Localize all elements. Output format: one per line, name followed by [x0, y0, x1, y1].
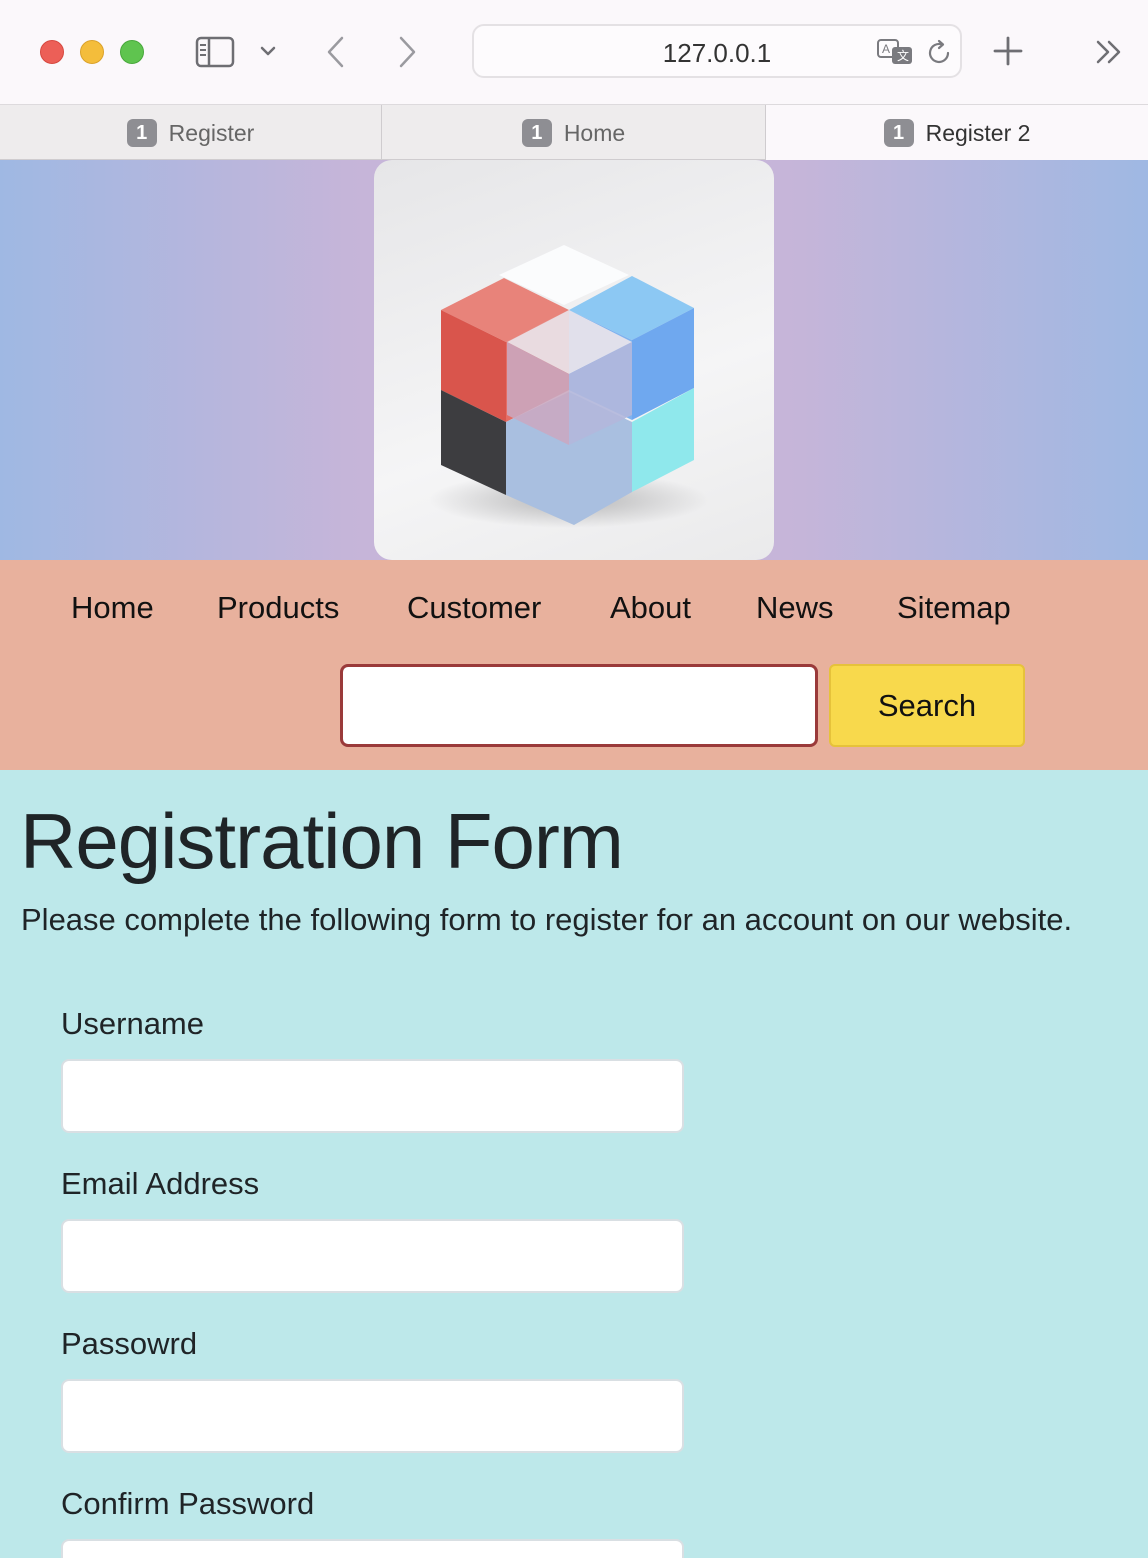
tab-home[interactable]: 1 Home — [382, 105, 765, 161]
password-field[interactable] — [61, 1379, 684, 1453]
confirm-password-field[interactable] — [61, 1539, 684, 1558]
cube-logo — [429, 245, 709, 528]
username-field[interactable] — [61, 1059, 684, 1133]
sidebar-icon[interactable] — [195, 36, 235, 68]
close-window-button[interactable] — [40, 40, 64, 64]
zoom-window-button[interactable] — [120, 40, 144, 64]
logo-card — [374, 160, 774, 560]
nav-sitemap-link[interactable]: Sitemap — [897, 590, 1011, 626]
nav-news-link[interactable]: News — [756, 590, 834, 626]
tab-badge: 1 — [126, 119, 157, 147]
svg-text:A: A — [882, 42, 890, 56]
username-label: Username — [61, 1006, 204, 1041]
search-input[interactable] — [340, 664, 818, 747]
page-title: Registration Form — [20, 797, 624, 885]
tab-badge: 1 — [883, 119, 914, 147]
search-button[interactable]: Search — [829, 664, 1025, 747]
hero-banner — [0, 160, 1148, 560]
address-bar[interactable]: 127.0.0.1 A 文 — [472, 24, 962, 78]
chevrons-right-icon[interactable] — [1094, 38, 1124, 66]
tab-label: Register 2 — [925, 119, 1031, 146]
email-field[interactable] — [61, 1219, 684, 1293]
minimize-window-button[interactable] — [80, 40, 104, 64]
nav-home-link[interactable]: Home — [71, 590, 154, 626]
form-intro: Please complete the following form to re… — [21, 902, 1073, 937]
svg-text:文: 文 — [897, 48, 909, 63]
nav-customer-link[interactable]: Customer — [407, 590, 541, 626]
tab-register-2[interactable]: 1 Register 2 — [765, 105, 1148, 161]
tab-badge: 1 — [521, 119, 552, 147]
forward-icon[interactable] — [393, 34, 421, 70]
tab-label: Register — [168, 119, 255, 146]
reload-icon[interactable] — [927, 39, 953, 67]
back-icon[interactable] — [322, 34, 350, 70]
translate-icon[interactable]: A 文 — [876, 38, 916, 68]
chevron-down-icon[interactable] — [259, 44, 277, 58]
plus-icon[interactable] — [992, 35, 1024, 67]
password-label: Passowrd — [61, 1326, 198, 1361]
browser-toolbar: 127.0.0.1 A 文 — [0, 0, 1148, 104]
tab-bar: 1 Register 1 Home 1 Register 2 — [0, 104, 1148, 161]
tab-register[interactable]: 1 Register — [0, 105, 382, 161]
main-navigation: Home Products Customer About News Sitema… — [0, 560, 1148, 770]
nav-products-link[interactable]: Products — [217, 590, 339, 626]
email-label: Email Address — [61, 1166, 260, 1201]
nav-about-link[interactable]: About — [610, 590, 691, 626]
confirm-password-label: Confirm Password — [61, 1486, 315, 1521]
tab-label: Home — [563, 119, 626, 146]
